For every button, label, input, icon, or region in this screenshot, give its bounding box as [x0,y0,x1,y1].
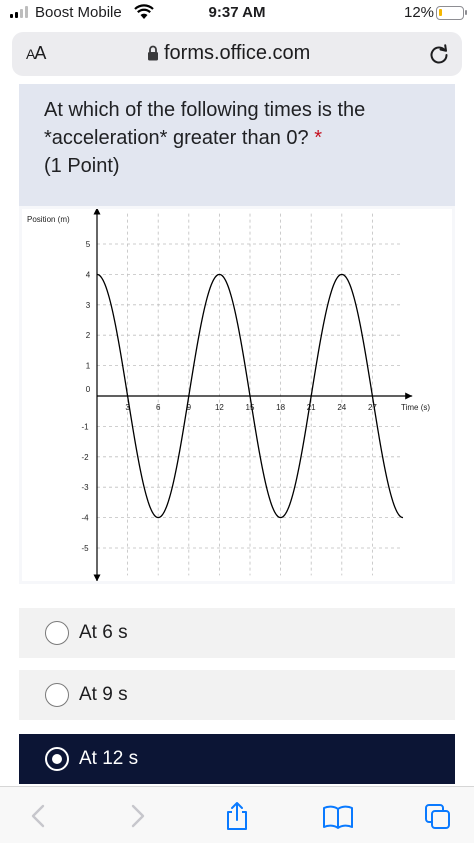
y-tick-label: 2 [86,331,91,340]
y-tick-label: 4 [86,270,91,279]
radio-button[interactable] [45,747,69,771]
option-label: At 9 s [79,684,128,705]
reload-icon[interactable] [428,43,450,65]
share-icon[interactable] [224,801,250,831]
y-tick-label: -5 [81,544,89,553]
y-tick-label: 3 [86,301,91,310]
y-tick-label: 0 [86,385,91,394]
battery-percentage: 12% [404,4,435,21]
x-tick-label: 24 [337,403,346,412]
x-tick-label: 6 [156,403,161,412]
x-tick-label: 18 [276,403,285,412]
y-tick-label: -4 [81,514,89,523]
question-header: At which of the following times is the *… [19,84,455,206]
x-tick-label: 21 [307,403,316,412]
x-tick-label: 15 [246,403,255,412]
y-tick-label: -3 [81,483,89,492]
option-label: At 6 s [79,622,128,643]
position-time-chart: Position (m)Time (s)543210-1-2-3-4-53 6 9 1… [27,209,430,581]
y-tick-label: 5 [86,240,91,249]
y-axis-arrow-down [93,574,101,581]
y-tick-label: -1 [81,422,89,431]
forward-icon[interactable] [124,801,150,831]
bookmarks-icon[interactable] [322,801,354,831]
browser-toolbar [0,786,474,843]
x-tick-label: 27 [368,403,377,412]
y-tick-label: -2 [81,453,89,462]
y-axis-label: Position (m) [27,215,70,224]
back-icon[interactable] [26,801,52,831]
lock-icon [148,45,158,61]
url-text[interactable]: forms.office.com [164,42,310,65]
option-12s[interactable]: At 12 s [19,734,455,784]
x-axis-arrow [405,392,413,400]
text-size-button[interactable]: AA [26,43,46,64]
option-9s[interactable]: At 9 s [19,670,455,720]
radio-button[interactable] [45,683,69,707]
radio-button[interactable] [45,621,69,645]
y-axis-arrow [93,209,101,215]
question-line-1: At which of the following times is the [44,99,366,121]
option-label: At 12 s [79,748,139,769]
x-tick-label: 12 [215,403,224,412]
clock: 9:37 AM [208,4,266,21]
battery-level [439,9,442,16]
question-line-2: *acceleration* greater than 0? * [44,127,322,149]
status-bar: Boost Mobile 9:37 AM 12% [0,0,474,28]
battery-icon [436,6,467,20]
y-tick-label: 1 [86,362,91,371]
required-marker: * [314,127,322,149]
chart-area: Position (m) Time (s) 5 4 3 2 1 0 -1 -2 -3 -4 -5 3 6 9 1… [22,209,452,581]
x-axis-label: Time (s) [401,403,430,412]
question-points: (1 Point) [44,155,120,177]
address-bar[interactable]: AA forms.office.com [12,32,462,76]
option-6s[interactable]: At 6 s [19,608,455,658]
tabs-icon[interactable] [424,801,452,831]
chart-image: Position (m) Time (s) 5 4 3 2 1 0 -1 -2 -3 -4 -5 3 6 9 1… [19,206,455,584]
